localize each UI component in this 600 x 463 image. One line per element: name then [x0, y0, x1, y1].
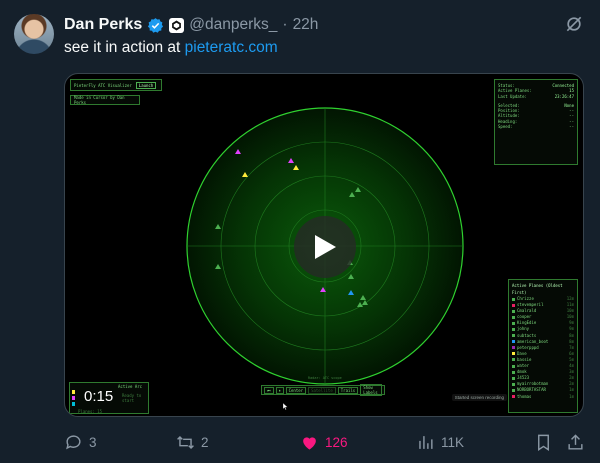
- flight-color-swatch: [512, 309, 515, 313]
- reply-button[interactable]: 3: [64, 433, 97, 452]
- flight-name: thomas: [517, 393, 532, 399]
- views-count: 11K: [441, 434, 465, 450]
- heart-icon: [303, 436, 316, 450]
- tweet-header: Dan Perks @danperks_ · 22h: [64, 14, 584, 36]
- status-panel: Status: Connected Active Planes: 15 Last U…: [494, 79, 578, 165]
- launch-button[interactable]: Launch: [135, 81, 157, 89]
- reply-icon: [66, 434, 81, 449]
- flight-color-swatch: [512, 321, 515, 325]
- author-handle[interactable]: @danperks_: [189, 16, 277, 34]
- satellite-button[interactable]: Satellite: [308, 386, 336, 394]
- flight-color-swatch: [512, 382, 515, 386]
- rewind-button[interactable]: ⏮: [264, 386, 274, 394]
- app-title-bar: PieterFly ATC Visualizer Launch: [70, 79, 162, 91]
- tweet-link[interactable]: pieteratc.com: [185, 39, 278, 56]
- share-icon: [568, 433, 583, 450]
- separator-dot: ·: [282, 16, 288, 33]
- selected-label: Speed:: [498, 124, 513, 130]
- selected-value: --: [569, 124, 574, 130]
- play-icon: [315, 235, 336, 259]
- flight-color-swatch: [512, 303, 515, 307]
- video-media[interactable]: PieterFly ATC Visualizer Launch Made in …: [64, 73, 584, 417]
- flight-color-swatch: [512, 340, 515, 344]
- status-value: 23:26:47: [554, 93, 574, 99]
- views-icon: [419, 435, 433, 449]
- flight-color-swatch: [512, 334, 515, 338]
- trails-button[interactable]: Trails: [337, 386, 359, 394]
- bookmark-icon: [538, 434, 549, 451]
- show-labels-button[interactable]: Show Labels: [360, 384, 382, 396]
- flight-color-swatch: [512, 328, 515, 332]
- timer-bar: [72, 396, 75, 400]
- timer-label: Active Arc: [118, 384, 143, 389]
- timer-value: 0:15: [84, 388, 114, 405]
- timestamp[interactable]: 22h: [293, 16, 319, 34]
- timer-bar: [72, 390, 75, 394]
- timer-note: Ready to start: [122, 393, 142, 403]
- radar-label: Radar: ATC scope: [308, 376, 342, 380]
- pause-button[interactable]: ⏸: [275, 386, 284, 394]
- engagement-bar: 3 2 126 11K: [64, 431, 584, 453]
- flight-color-swatch: [512, 352, 515, 356]
- verified-badge-icon: [148, 17, 164, 33]
- flight-list-item[interactable]: thomas 1m: [512, 394, 574, 400]
- flight-color-swatch: [512, 358, 515, 362]
- status-label: Last Update:: [498, 93, 527, 99]
- app-title: PieterFly ATC Visualizer: [74, 82, 132, 88]
- tweet-body: see it in action at: [64, 39, 185, 56]
- radar-controls: ⏮ ⏸ Center Satellite Trails Show Labels: [261, 384, 385, 396]
- flight-color-swatch: [512, 370, 515, 374]
- flight-color-swatch: [512, 364, 515, 368]
- mouse-cursor-icon: [283, 403, 288, 410]
- made-by-text: Made in Cursor by Dan Perks: [74, 95, 125, 105]
- timer-bar: [72, 402, 75, 406]
- retweet-button[interactable]: 2: [176, 433, 209, 452]
- active-planes-title: Active Planes (Oldest First): [512, 283, 563, 295]
- active-planes-panel: Active Planes (Oldest First) Chrizze 12m s…: [508, 279, 578, 413]
- bookmark-button[interactable]: [534, 433, 553, 452]
- flight-color-swatch: [512, 388, 515, 392]
- reply-count: 3: [89, 434, 97, 450]
- flight-color-swatch: [512, 315, 515, 319]
- flight-color-swatch: [512, 346, 515, 350]
- recording-toast: Started screen recording: [451, 394, 507, 401]
- retweet-count: 2: [201, 434, 209, 450]
- share-button[interactable]: [566, 433, 585, 452]
- views-button[interactable]: 11K: [416, 433, 464, 452]
- timer-footnote: Planes: 15: [78, 409, 103, 414]
- author-name[interactable]: Dan Perks: [64, 16, 142, 34]
- tweet-text: see it in action at pieteratc.com: [64, 39, 278, 57]
- flight-color-swatch: [512, 376, 515, 380]
- like-count: 126: [325, 434, 348, 450]
- made-by-badge[interactable]: Made in Cursor by Dan Perks: [70, 95, 140, 105]
- like-button[interactable]: 126: [300, 433, 348, 452]
- timer-panel: 0:15 Active Arc Ready to start Planes: 1…: [69, 382, 149, 414]
- avatar[interactable]: [14, 14, 54, 54]
- grok-icon[interactable]: [564, 14, 584, 34]
- affiliation-badge-icon[interactable]: [169, 17, 185, 33]
- flight-color-swatch: [512, 297, 515, 301]
- flight-age: 1m: [569, 393, 574, 399]
- flight-color-swatch: [512, 395, 515, 399]
- retweet-icon: [177, 435, 194, 449]
- selected-row: Speed: --: [498, 124, 574, 129]
- play-button[interactable]: [294, 216, 356, 278]
- center-button[interactable]: Center: [285, 386, 307, 394]
- flight-list: Chrizze 12m stevemperil 11m Cmalrald 10m coope…: [512, 296, 574, 400]
